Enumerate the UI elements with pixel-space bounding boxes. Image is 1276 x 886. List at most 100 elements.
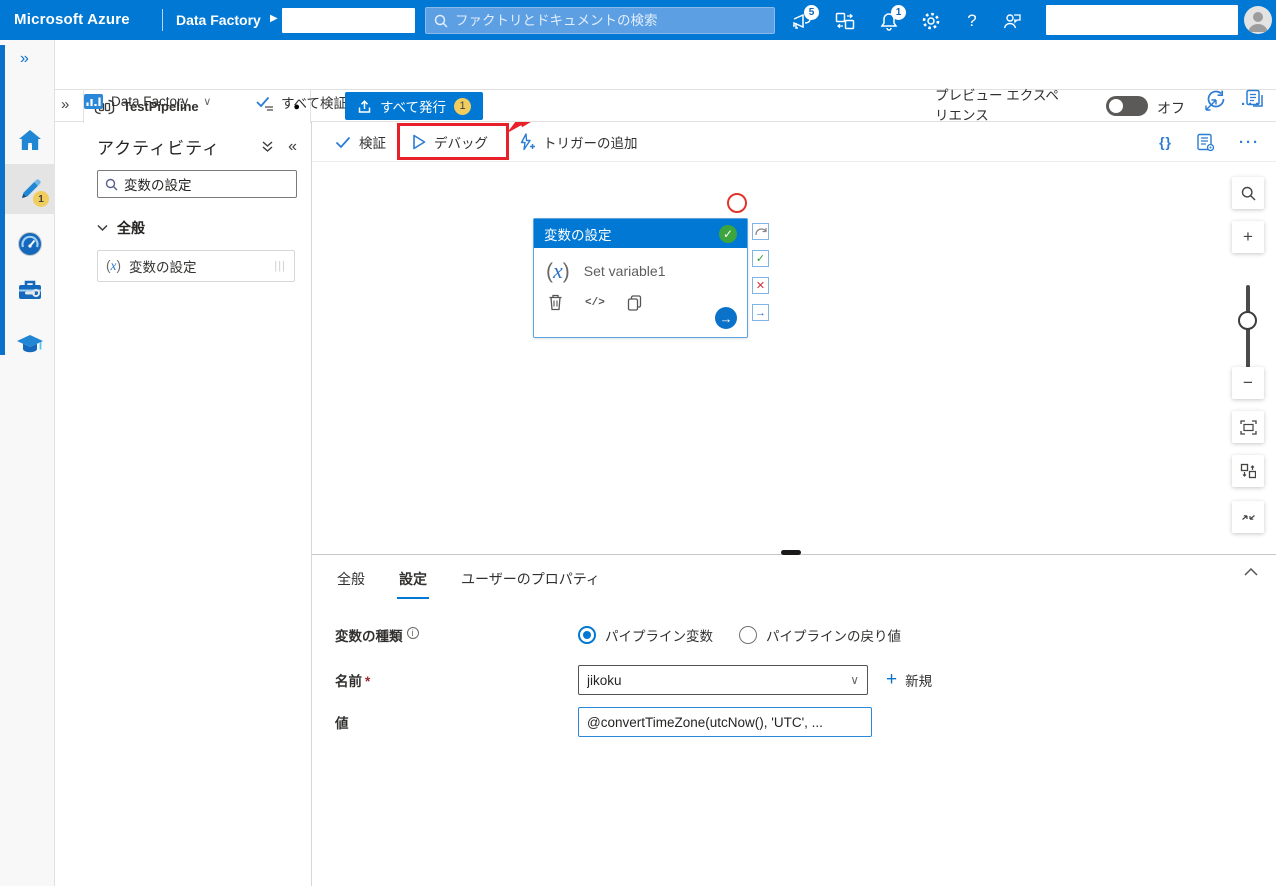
preview-experience-label: プレビュー エクスペ リエンス: [935, 86, 1095, 126]
section-general[interactable]: 全般: [97, 218, 145, 238]
node-code-icon[interactable]: </>: [585, 297, 605, 309]
tab-settings[interactable]: 設定: [397, 565, 429, 599]
node-name: Set variable1: [584, 263, 666, 279]
portal-left-rail: » 1: [0, 40, 55, 886]
properties-icon[interactable]: [1196, 133, 1215, 152]
zoom-out-button[interactable]: −: [1232, 367, 1264, 399]
redacted-factory-name: [282, 8, 415, 33]
add-next-activity-button[interactable]: →: [715, 307, 737, 329]
required-asterisk: *: [365, 674, 370, 689]
toggle-state-label: オフ: [1157, 98, 1185, 118]
factory-selector[interactable]: Data Factory ∨: [83, 92, 211, 111]
graduation-cap-icon: [16, 333, 44, 356]
chevron-down-icon: ∨: [203, 95, 211, 108]
panel-resize-handle[interactable]: [781, 550, 801, 555]
publish-count-badge: 1: [454, 98, 471, 115]
feedback-button[interactable]: [999, 8, 1025, 34]
sidebar-item-monitor[interactable]: [5, 222, 55, 266]
breadcrumb-data-factory[interactable]: Data Factory: [176, 12, 261, 28]
trigger-lightning-icon: [518, 133, 535, 151]
debug-button[interactable]: デバッグ: [412, 122, 488, 162]
show-notifications-icon[interactable]: [1245, 88, 1266, 109]
name-label: 名前*: [335, 670, 578, 690]
pipeline-canvas[interactable]: 変数の設定 ✓ (x) Set variable1 </> → ✓ ✕ → + …: [312, 162, 1276, 555]
check-icon: [335, 136, 351, 149]
activities-panel: アクティビティ « 全般 (x) 変数の設定 |||: [83, 122, 312, 886]
validate-all-icon: [255, 94, 274, 111]
drag-grip-icon: |||: [274, 260, 286, 272]
toolbar-more-icon[interactable]: ···: [1239, 134, 1260, 151]
validate-all-button[interactable]: すべて検証: [255, 92, 347, 112]
zoom-slider-knob[interactable]: [1238, 311, 1257, 330]
account-avatar[interactable]: [1244, 6, 1272, 34]
azure-top-bar: Microsoft Azure Data Factory ▶ 5 1 ?: [0, 0, 1276, 40]
code-view-icon[interactable]: {}: [1159, 134, 1172, 150]
collapse-panel-icon[interactable]: «: [288, 138, 297, 156]
annotation-red-circle: [727, 193, 747, 213]
activity-properties-panel: 全般 設定 ユーザーのプロパティ 変数の種類i パイプライン変数 パイプラインの…: [312, 555, 1276, 886]
rail-expand-icon[interactable]: »: [20, 50, 29, 68]
activity-item-label: 変数の設定: [129, 256, 197, 276]
zoom-in-button[interactable]: +: [1232, 221, 1264, 253]
variable-value-input[interactable]: [578, 707, 872, 737]
home-icon: [17, 128, 43, 152]
search-icon: [105, 178, 118, 191]
whats-new-badge: 5: [804, 5, 819, 20]
topbar-divider: [162, 9, 163, 31]
switch-directory-icon[interactable]: [832, 8, 858, 34]
settings-gear-button[interactable]: [918, 8, 944, 34]
activity-item-set-variable[interactable]: (x) 変数の設定 |||: [97, 250, 295, 282]
sidebar-item-manage[interactable]: [5, 268, 55, 312]
clone-node-icon[interactable]: [627, 295, 642, 311]
publish-all-button[interactable]: すべて発行 1: [345, 92, 483, 120]
sidebar-item-learning[interactable]: [5, 322, 55, 366]
variable-name-dropdown[interactable]: ∨: [578, 665, 868, 695]
data-factory-icon: [83, 92, 104, 111]
port-completion[interactable]: →: [752, 304, 769, 321]
plus-icon: +: [886, 669, 897, 691]
auto-align-button[interactable]: [1232, 455, 1264, 487]
zoom-to-fit-button[interactable]: [1232, 411, 1264, 443]
search-icon: [434, 14, 448, 28]
delete-node-icon[interactable]: [548, 294, 563, 311]
help-button[interactable]: ?: [959, 8, 985, 34]
canvas-search-button[interactable]: [1232, 177, 1264, 209]
value-label: 値: [335, 712, 578, 732]
resources-pane-expand-icon[interactable]: »: [61, 96, 69, 113]
refresh-icon[interactable]: [1205, 88, 1227, 110]
properties-tabs: 全般 設定 ユーザーのプロパティ: [335, 565, 602, 599]
sidebar-item-author[interactable]: 1: [5, 164, 55, 214]
global-search-input[interactable]: [455, 13, 766, 28]
port-skipped[interactable]: [752, 223, 769, 240]
redacted-account-info: [1046, 5, 1238, 35]
factory-command-bar: Data Factory ∨ すべて検証 すべて発行 1 プレビュー エクスペ …: [0, 40, 1276, 90]
chevron-down-icon: [97, 224, 108, 232]
global-search-box[interactable]: [425, 7, 775, 34]
sidebar-item-home[interactable]: [5, 118, 55, 162]
set-variable-icon: (x): [546, 258, 570, 284]
add-trigger-button[interactable]: トリガーの追加: [518, 122, 638, 162]
tab-user-properties[interactable]: ユーザーのプロパティ: [459, 565, 602, 599]
microsoft-azure-logo[interactable]: Microsoft Azure: [14, 11, 130, 28]
variable-type-label: 変数の種類i: [335, 625, 578, 645]
activities-search-input[interactable]: [124, 177, 289, 192]
collapse-panel-chevron-icon[interactable]: [1244, 567, 1258, 576]
validate-button[interactable]: 検証: [335, 122, 386, 162]
activities-search-box[interactable]: [97, 170, 297, 198]
info-icon: i: [407, 627, 419, 639]
chevron-down-icon: ∨: [850, 673, 859, 687]
collapse-canvas-button[interactable]: [1232, 501, 1264, 533]
tab-general[interactable]: 全般: [335, 565, 367, 599]
radio-pipeline-variable[interactable]: パイプライン変数: [578, 625, 713, 645]
set-variable-node[interactable]: 変数の設定 ✓ (x) Set variable1 </> →: [533, 218, 748, 338]
preview-experience-toggle[interactable]: [1106, 96, 1148, 116]
port-success[interactable]: ✓: [752, 250, 769, 267]
collapse-all-icon[interactable]: [261, 140, 274, 154]
variable-name-input[interactable]: [587, 673, 846, 688]
gauge-icon: [17, 231, 43, 257]
port-failure[interactable]: ✕: [752, 277, 769, 294]
radio-pipeline-return-value[interactable]: パイプラインの戻り値: [739, 625, 901, 645]
notifications-badge: 1: [891, 5, 906, 20]
new-variable-button[interactable]: + 新規: [886, 669, 932, 691]
activities-title: アクティビティ: [97, 134, 220, 159]
